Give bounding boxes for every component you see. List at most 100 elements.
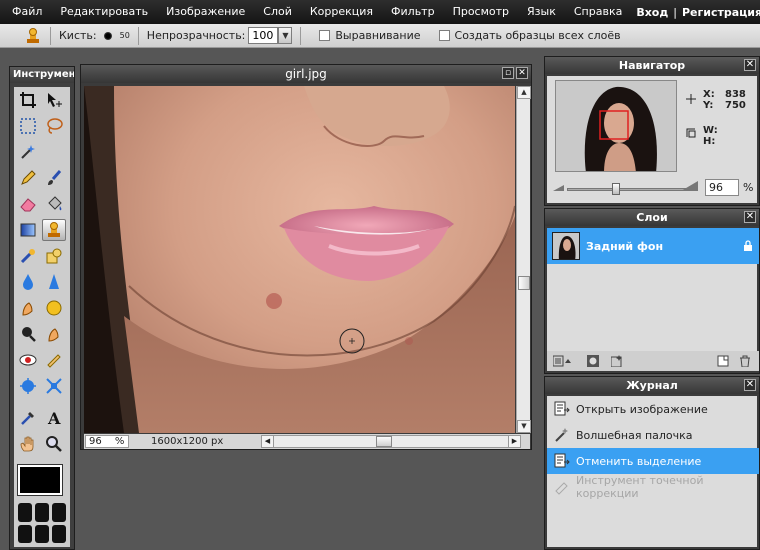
align-option: Выравнивание xyxy=(319,29,421,42)
magic-wand-tool-icon[interactable] xyxy=(16,141,40,163)
image-canvas[interactable] xyxy=(84,86,515,433)
scroll-up-icon[interactable]: ▲ xyxy=(517,86,531,99)
new-layer-icon[interactable] xyxy=(717,355,729,367)
scroll-thumb[interactable] xyxy=(376,436,392,447)
history-title: Журнал ✕ xyxy=(545,377,759,394)
red-eye-tool-icon[interactable] xyxy=(16,349,40,371)
swatch-cell[interactable] xyxy=(35,503,49,522)
register-link[interactable]: Регистрация xyxy=(677,6,760,19)
shape-tool-icon[interactable] xyxy=(42,245,66,267)
opacity-dropdown-button[interactable]: ▼ xyxy=(278,27,293,44)
text-tool-icon[interactable]: A xyxy=(42,407,66,429)
trash-icon[interactable] xyxy=(739,355,751,367)
menu-filter[interactable]: Фильтр xyxy=(382,0,444,24)
brush-size[interactable]: 50 xyxy=(120,31,130,40)
menu-file[interactable]: Файл xyxy=(0,0,51,24)
navigator-zoom-input[interactable]: 96 xyxy=(705,179,739,196)
opacity-input[interactable]: 100 xyxy=(248,27,279,44)
scroll-left-icon[interactable]: ◀ xyxy=(261,435,274,448)
photo-face-closeup xyxy=(84,86,515,433)
zoom-out-icon[interactable] xyxy=(553,184,565,192)
eraser-tool-icon[interactable] xyxy=(16,193,40,215)
bloat-tool-icon[interactable] xyxy=(16,375,40,397)
smudge-tool-icon[interactable] xyxy=(16,297,40,319)
blur-tool-icon[interactable] xyxy=(16,271,40,293)
history-item[interactable]: Открыть изображение xyxy=(547,396,759,422)
lasso-tool-icon[interactable] xyxy=(42,115,66,137)
swatch-cell[interactable] xyxy=(35,524,49,543)
swatch-grid xyxy=(18,503,66,543)
color-picker-tool-icon[interactable] xyxy=(16,407,40,429)
menu-language[interactable]: Язык xyxy=(518,0,565,24)
menu-edit[interactable]: Редактировать xyxy=(51,0,157,24)
zoom-tool-icon[interactable] xyxy=(42,433,66,455)
hand-tool-icon[interactable] xyxy=(16,433,40,455)
move-tool-icon[interactable] xyxy=(42,89,66,111)
navigator-panel: Навигатор ✕ X: 838 Y: 750 W: H: 96 % xyxy=(544,56,760,206)
brush-preview[interactable] xyxy=(103,31,112,40)
foreground-color-swatch[interactable] xyxy=(17,464,63,496)
burn-tool-icon[interactable] xyxy=(42,323,66,345)
menu-layer[interactable]: Слой xyxy=(254,0,301,24)
x-value: 838 xyxy=(725,89,746,100)
layer-settings-icon[interactable] xyxy=(553,355,571,367)
history-body: Открыть изображение Волшебная палочка От… xyxy=(547,396,759,547)
close-icon[interactable]: ✕ xyxy=(744,211,756,223)
menu-view[interactable]: Просмотр xyxy=(444,0,518,24)
history-item[interactable]: Инструмент точечной коррекции xyxy=(547,474,759,500)
horizontal-scrollbar[interactable]: ◀ ▶ xyxy=(261,435,521,448)
paint-bucket-tool-icon[interactable] xyxy=(42,193,66,215)
maximize-icon[interactable]: ▫ xyxy=(502,67,514,79)
window-buttons: ▫ ✕ xyxy=(502,67,528,79)
marquee-tool-icon[interactable] xyxy=(16,115,40,137)
menu-help[interactable]: Справка xyxy=(565,0,631,24)
history-item-selected[interactable]: Отменить выделение xyxy=(547,448,759,474)
layer-row[interactable]: Задний фон xyxy=(547,228,759,264)
zoom-in-icon[interactable] xyxy=(681,180,699,192)
zoom-field[interactable]: 96 % xyxy=(85,435,129,448)
login-link[interactable]: Вход xyxy=(631,6,673,19)
y-value: 750 xyxy=(725,100,746,111)
brush-label: Кисть: xyxy=(59,29,97,42)
image-dimensions: 1600x1200 px xyxy=(151,436,224,447)
gradient-tool-icon[interactable] xyxy=(16,219,40,241)
menu-adjustment[interactable]: Коррекция xyxy=(301,0,382,24)
scroll-down-icon[interactable]: ▼ xyxy=(517,420,531,433)
spot-heal-tool-icon[interactable] xyxy=(42,349,66,371)
scroll-right-icon[interactable]: ▶ xyxy=(508,435,521,448)
clone-stamp-icon xyxy=(27,27,39,43)
color-replace-tool-icon[interactable] xyxy=(16,245,40,267)
image-window: girl.jpg ▫ ✕ ▲ ▼ 96 % 1600x1200 px ◀ ▶ xyxy=(80,64,532,450)
toolbox-body: A xyxy=(14,87,70,547)
swatch-cell[interactable] xyxy=(18,524,32,543)
image-window-titlebar[interactable]: girl.jpg ▫ ✕ xyxy=(81,65,531,83)
close-icon[interactable]: ✕ xyxy=(744,379,756,391)
layer-style-icon[interactable] xyxy=(611,355,623,367)
clone-stamp-tool-icon[interactable] xyxy=(42,219,66,241)
vertical-scrollbar[interactable]: ▲ ▼ xyxy=(516,86,531,433)
navigator-thumbnail[interactable] xyxy=(555,80,677,172)
close-icon[interactable]: ✕ xyxy=(744,59,756,71)
close-icon[interactable]: ✕ xyxy=(516,67,528,79)
sharpen-tool-icon[interactable] xyxy=(42,271,66,293)
crop-tool-icon[interactable] xyxy=(16,89,40,111)
history-item[interactable]: Волшебная палочка xyxy=(547,422,759,448)
pinch-tool-icon[interactable] xyxy=(42,375,66,397)
layers-title: Слои ✕ xyxy=(545,209,759,226)
zoom-slider[interactable] xyxy=(567,183,697,195)
dodge-tool-icon[interactable] xyxy=(16,323,40,345)
scroll-thumb[interactable] xyxy=(518,276,530,290)
swatch-cell[interactable] xyxy=(52,524,66,543)
sample-all-checkbox[interactable] xyxy=(438,30,450,41)
zoom-slider-knob[interactable] xyxy=(612,183,620,195)
sponge-tool-icon[interactable] xyxy=(42,297,66,319)
sample-all-label: Создать образцы всех слоёв xyxy=(454,29,621,42)
menu-image[interactable]: Изображение xyxy=(157,0,254,24)
brush-tool-icon[interactable] xyxy=(42,167,66,189)
toolbox-panel: Инструменты xyxy=(9,66,75,550)
swatch-cell[interactable] xyxy=(18,503,32,522)
swatch-cell[interactable] xyxy=(52,503,66,522)
pencil-tool-icon[interactable] xyxy=(16,167,40,189)
layer-mask-icon[interactable] xyxy=(587,355,599,367)
align-checkbox[interactable] xyxy=(319,30,331,41)
